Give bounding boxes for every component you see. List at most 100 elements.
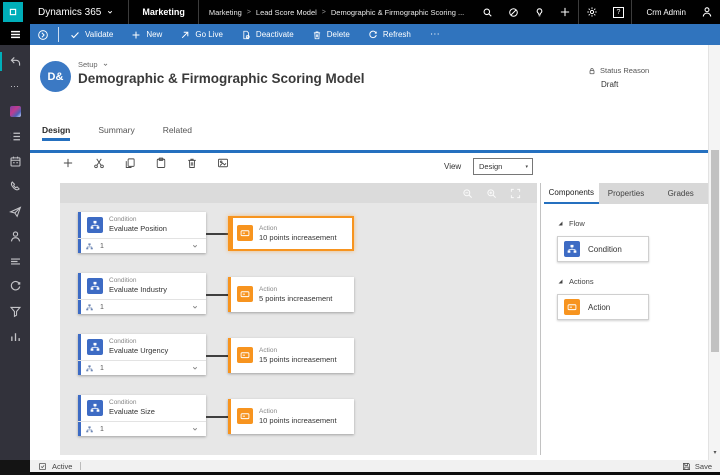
account-button[interactable] [694,0,720,24]
breadcrumb: Marketing > Lead Score Model > Demograph… [199,8,475,17]
page-scrollbar[interactable]: ▾ [708,45,720,460]
snapshot-button[interactable] [217,157,229,169]
action-tile-selected[interactable]: Action10 points increasement [228,216,354,251]
tile-name: 10 points increasement [259,416,337,426]
condition-icon [564,241,580,257]
sidebar-item-sync[interactable] [0,274,30,299]
condition-icon [87,339,103,355]
condition-tile[interactable]: ConditionEvaluate Size 1 [78,395,206,436]
action-accent-stripe [228,277,231,312]
settings-button[interactable] [579,0,605,24]
deactivate-button[interactable]: Deactivate [232,24,303,45]
action-component-tile[interactable]: Action [557,294,649,320]
image-icon [217,157,229,169]
expand-chevron-icon[interactable] [191,303,199,311]
lock-icon [588,67,596,75]
condition-tile[interactable]: ConditionEvaluate Urgency 1 [78,334,206,375]
command-bar: Validate New Go Live Deactivate Delete R… [30,24,720,45]
action-icon [564,299,580,315]
view-dropdown[interactable]: Design ▾ [473,158,533,175]
expand-chevron-icon[interactable] [191,242,199,250]
form-selector[interactable]: Setup [78,60,109,69]
sidebar-item-list[interactable] [0,124,30,149]
tab-related[interactable]: Related [163,125,192,141]
go-live-button[interactable]: Go Live [171,24,232,45]
scroll-down-arrow-icon[interactable]: ▾ [709,449,720,456]
save-button[interactable]: Save [682,462,712,471]
phone-icon [9,180,22,193]
condition-tile[interactable]: ConditionEvaluate Industry 1 [78,273,206,314]
help-icon: ? [613,7,624,18]
tab-components[interactable]: Components [544,183,599,204]
scrollbar-thumb[interactable] [711,150,719,352]
expand-chevron-icon[interactable] [191,364,199,372]
product-switcher[interactable]: Dynamics 365 [23,7,128,18]
cut-button[interactable] [93,157,105,169]
recent-items-button[interactable] [500,0,526,24]
search-button[interactable] [474,0,500,24]
delete-component-button[interactable] [186,157,198,169]
tab-properties[interactable]: Properties [599,183,654,204]
action-tile[interactable]: Action5 points increasement [228,277,354,312]
plus-icon [131,30,141,40]
chevron-down-icon [106,8,114,16]
quick-create-button[interactable] [552,0,578,24]
app-name-button[interactable]: Marketing [129,7,198,17]
waffle-button[interactable] [3,2,23,22]
breadcrumb-item[interactable]: Lead Score Model [256,8,317,17]
action-tile[interactable]: Action10 points increasement [228,399,354,434]
help-button[interactable]: ? [605,0,631,24]
tab-grades[interactable]: Grades [653,183,708,204]
deactivate-icon [241,30,251,40]
breadcrumb-item[interactable]: Marketing [209,8,242,17]
zoom-in-button[interactable] [486,188,497,199]
flow-section-toggle[interactable]: Flow [557,219,585,228]
sidebar-item-send[interactable] [0,199,30,224]
designer-canvas[interactable]: ConditionEvaluate Position 1 Action10 po… [60,183,537,455]
panel-tabs: Components Properties Grades [544,183,708,204]
add-component-button[interactable] [62,157,74,169]
bar-chart-icon [9,330,22,343]
condition-component-tile[interactable]: Condition [557,236,649,262]
paste-button[interactable] [155,157,167,169]
zoom-out-button[interactable] [462,188,473,199]
tab-summary[interactable]: Summary [98,125,134,141]
action-tile[interactable]: Action15 points increasement [228,338,354,373]
sidebar-item-back[interactable] [0,49,30,74]
refresh-button[interactable]: Refresh [359,24,420,45]
sidebar-item-charts[interactable] [0,324,30,349]
plus-icon [62,157,74,169]
validate-button[interactable]: Validate [61,24,122,45]
main-content: D& Setup Demographic & Firmographic Scor… [30,45,708,460]
tile-label: Condition [588,245,622,254]
sidebar-item-contacts[interactable] [0,224,30,249]
sidebar-item-more[interactable]: ⋯ [0,74,30,99]
delete-button[interactable]: Delete [303,24,359,45]
condition-tile[interactable]: ConditionEvaluate Position 1 [78,212,206,253]
new-button[interactable]: New [122,24,171,45]
expand-chevron-icon[interactable] [191,425,199,433]
sidebar-item-phone[interactable] [0,174,30,199]
collapse-commandbar-button[interactable] [30,24,56,45]
action-accent-stripe [228,399,231,434]
fit-to-screen-button[interactable] [510,188,521,199]
sidebar-item-filter[interactable] [0,299,30,324]
view-label: View [444,162,461,171]
actions-section-toggle[interactable]: Actions [557,277,594,286]
bulleted-list-icon [9,130,22,143]
sidebar-item-calendar[interactable] [0,149,30,174]
insights-button[interactable] [526,0,552,24]
sidebar-item-pinned-app[interactable] [0,99,30,124]
record-avatar: D& [40,61,71,92]
tab-design[interactable]: Design [42,125,70,141]
go-live-arrow-icon [180,30,190,40]
divider [80,462,81,470]
flow-connector [206,233,228,235]
nav-hamburger-button[interactable] [0,24,30,45]
sidebar-item-align[interactable] [0,249,30,274]
topbar-actions: ? Crm Admin [474,0,720,24]
condition-icon [87,278,103,294]
copy-button[interactable] [124,157,136,169]
status-reason-label: Status Reason [600,66,649,75]
more-commands-button[interactable]: ⋯ [420,24,451,45]
